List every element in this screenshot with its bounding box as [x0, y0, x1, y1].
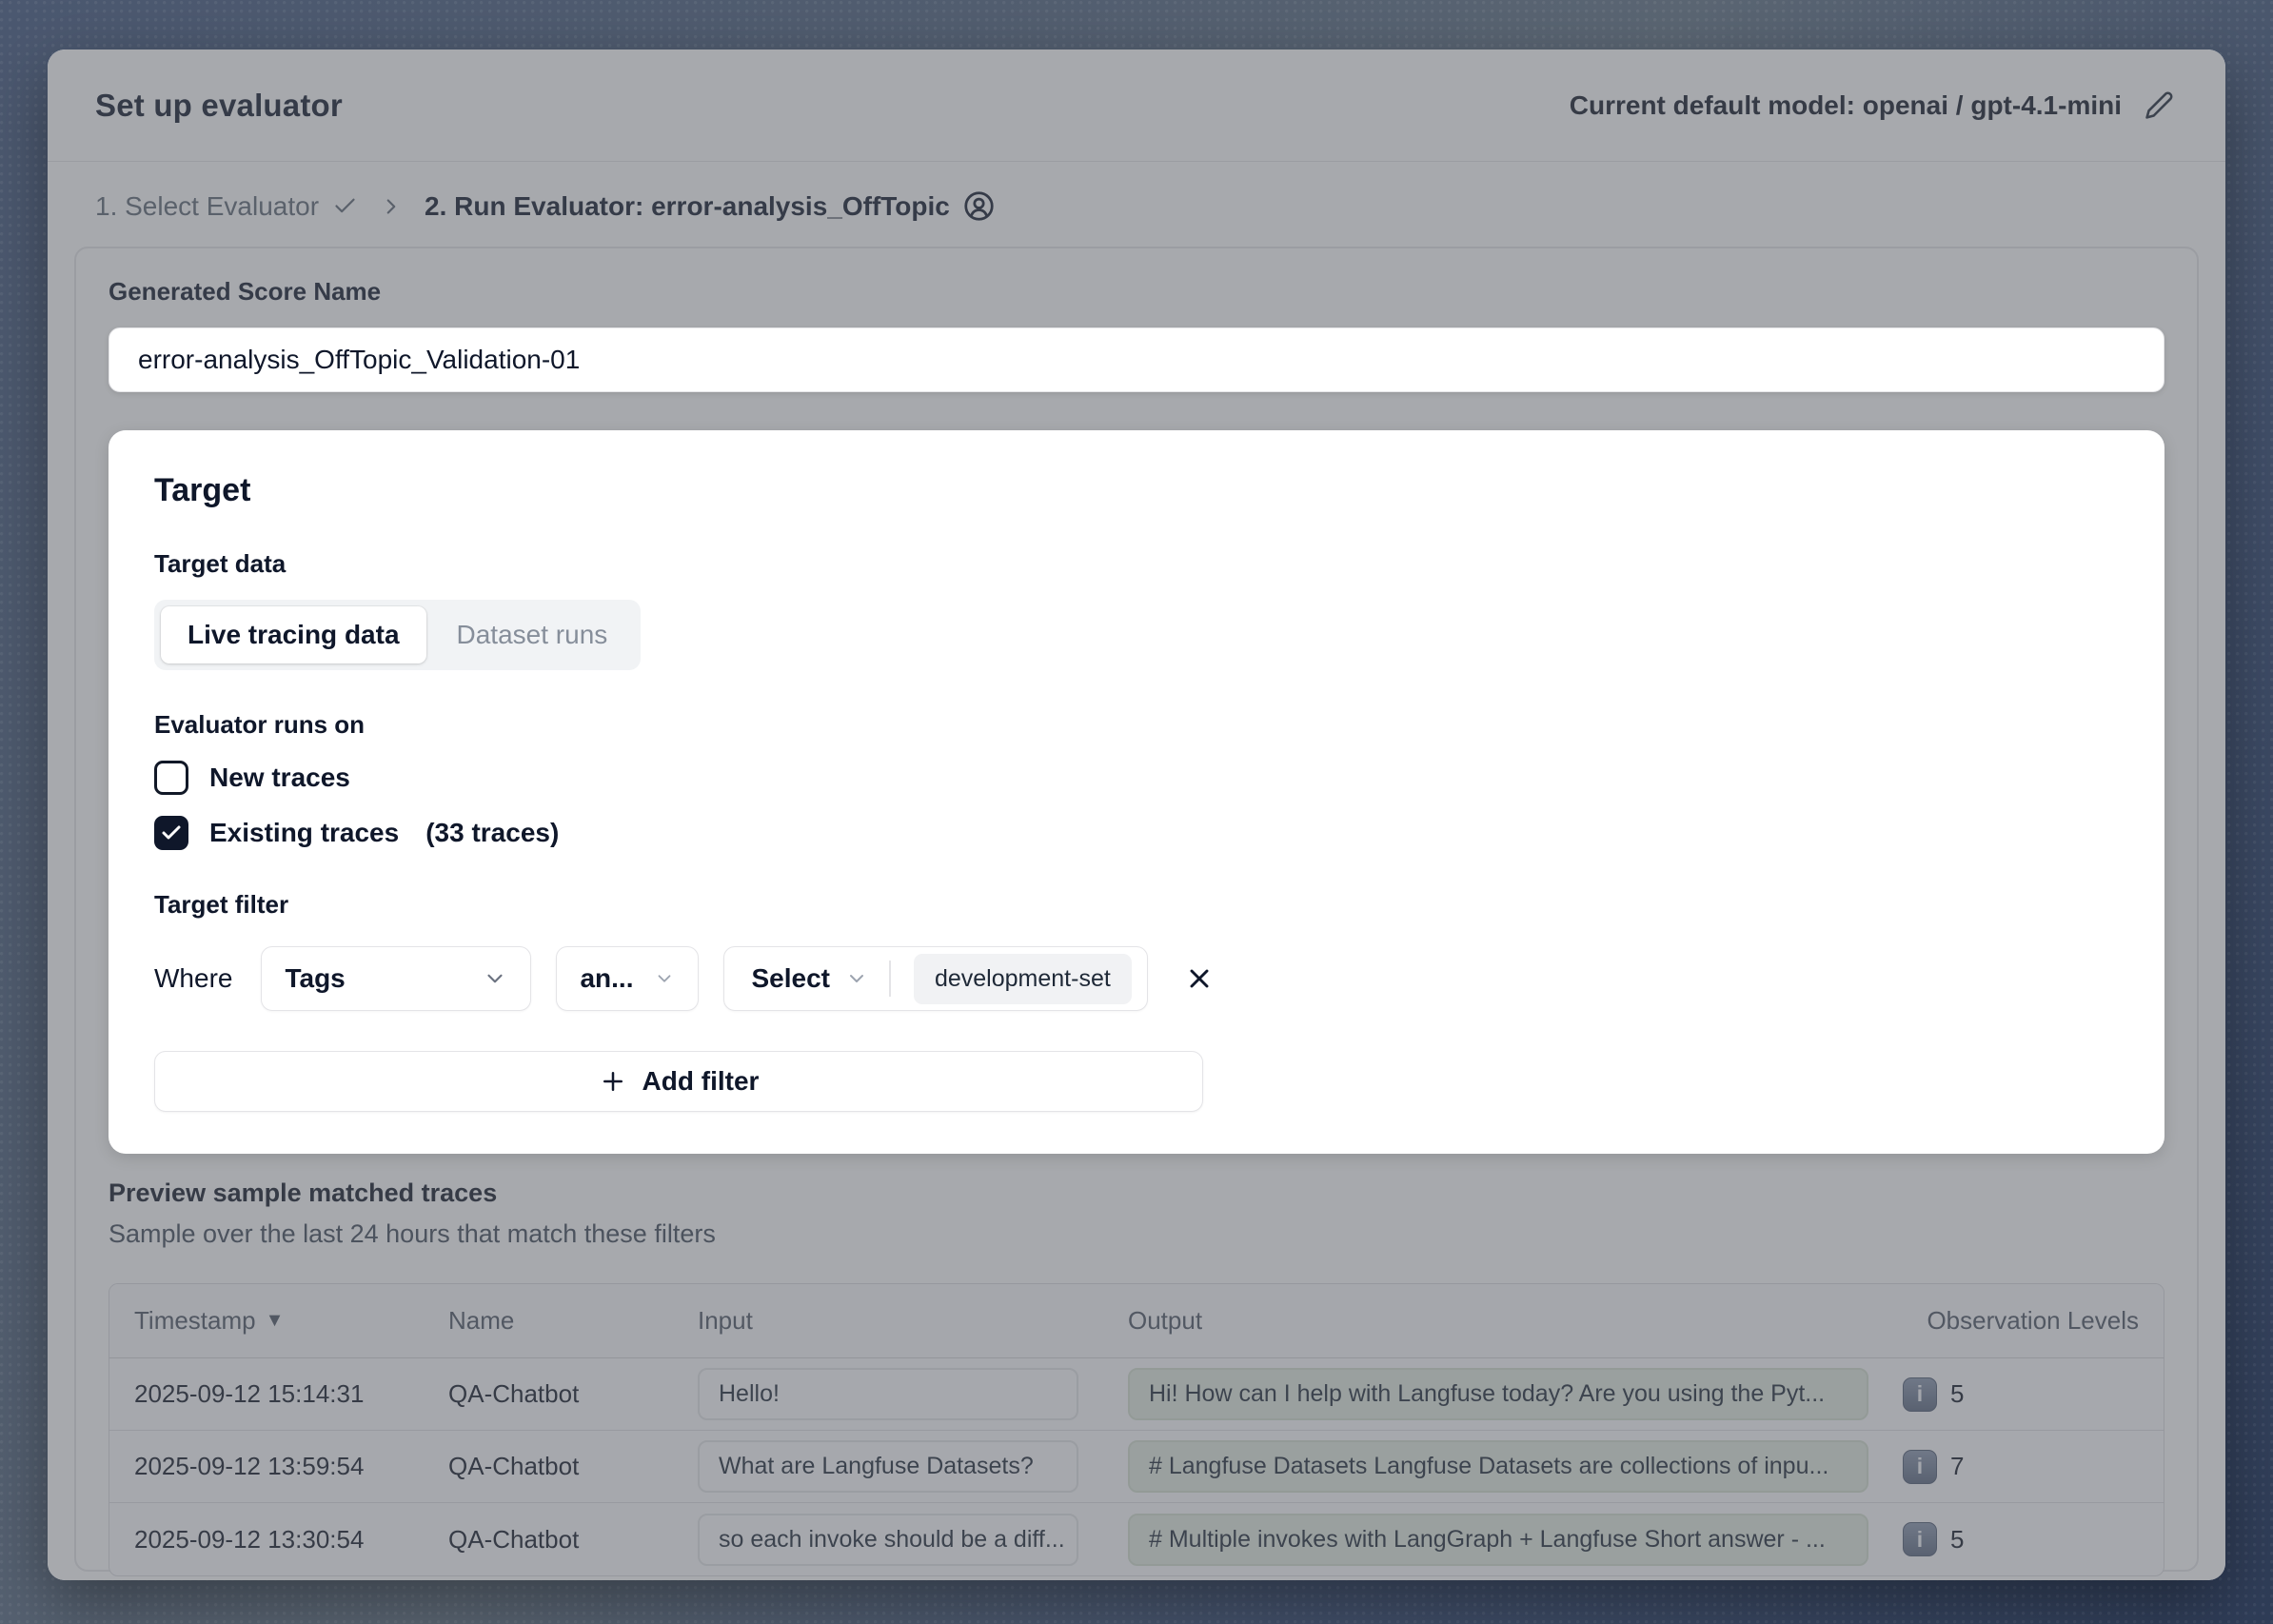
breadcrumb-step-run-evaluator: 2. Run Evaluator: error-analysis_OffTopi…: [425, 190, 995, 222]
pencil-icon: [2145, 90, 2174, 120]
info-icon: [1903, 1522, 1937, 1556]
default-model-label: Current default model: openai / gpt-4.1-…: [1570, 90, 2122, 121]
sort-desc-icon: ▼: [266, 1310, 285, 1332]
target-heading: Target: [154, 472, 2119, 509]
cell-name: QA-Chatbot: [424, 1379, 673, 1409]
table-row: 2025-09-12 13:59:54 QA-Chatbot What are …: [109, 1431, 2164, 1503]
cell-name: QA-Chatbot: [424, 1452, 673, 1481]
cell-input-pill: so each invoke should be a diff...: [698, 1514, 1078, 1566]
x-icon: [1184, 963, 1215, 994]
divider: [889, 961, 891, 997]
new-traces-row: New traces: [154, 761, 2119, 795]
filter-operator-select[interactable]: an...: [556, 946, 699, 1011]
evaluator-form: Generated Score Name Target Target data …: [74, 247, 2199, 1572]
default-model: Current default model: openai / gpt-4.1-…: [1570, 87, 2178, 124]
add-filter-button[interactable]: Add filter: [154, 1051, 1203, 1112]
cell-observation-levels: 5: [1878, 1522, 2164, 1556]
edit-model-button[interactable]: [2141, 87, 2178, 124]
new-traces-label: New traces: [209, 762, 350, 793]
info-icon: [1903, 1377, 1937, 1412]
filter-where-label: Where: [154, 963, 232, 994]
column-header-name: Name: [424, 1306, 673, 1336]
column-header-input: Input: [673, 1306, 1103, 1336]
runs-on-label: Evaluator runs on: [154, 710, 2119, 740]
plus-icon: [599, 1067, 627, 1096]
add-filter-label: Add filter: [642, 1066, 760, 1097]
setup-evaluator-dialog: Set up evaluator Current default model: …: [48, 50, 2225, 1580]
target-filter-label: Target filter: [154, 890, 2119, 920]
target-data-label: Target data: [154, 549, 2119, 579]
filter-value-chip: development-set: [914, 954, 1132, 1004]
user-circle-icon: [963, 190, 995, 222]
filter-column-select[interactable]: Tags: [261, 946, 531, 1011]
breadcrumb-step1-label: 1. Select Evaluator: [95, 191, 319, 222]
cell-timestamp: 2025-09-12 13:59:54: [109, 1452, 424, 1481]
breadcrumb-step-select-evaluator[interactable]: 1. Select Evaluator: [95, 191, 358, 222]
filter-row: Where Tags an... Select development-set: [154, 946, 2119, 1011]
breadcrumb-step2-label: 2. Run Evaluator: error-analysis_OffTopi…: [425, 191, 950, 222]
chevron-down-icon: [845, 967, 868, 990]
observation-level-count: 7: [1950, 1452, 1964, 1481]
target-card: Target Target data Live tracing data Dat…: [109, 430, 2164, 1154]
chevron-down-icon: [654, 968, 675, 989]
cell-observation-levels: 7: [1878, 1450, 2164, 1484]
score-name-label: Generated Score Name: [109, 277, 2164, 307]
filter-operator-value: an...: [580, 963, 633, 994]
cell-output-pill: # Multiple invokes with LangGraph + Lang…: [1128, 1514, 1868, 1566]
table-row: 2025-09-12 13:30:54 QA-Chatbot so each i…: [109, 1503, 2164, 1575]
info-icon: [1903, 1450, 1937, 1484]
column-header-timestamp[interactable]: Timestamp ▼: [109, 1306, 424, 1336]
column-header-output: Output: [1103, 1306, 1878, 1336]
dialog-title: Set up evaluator: [95, 88, 343, 124]
preview-heading: Preview sample matched traces: [109, 1178, 2164, 1208]
filter-value-select[interactable]: Select development-set: [723, 946, 1147, 1011]
cell-timestamp: 2025-09-12 15:14:31: [109, 1379, 424, 1409]
table-row: 2025-09-12 15:14:31 QA-Chatbot Hello! Hi…: [109, 1358, 2164, 1431]
filter-column-value: Tags: [285, 963, 345, 994]
cell-input-pill: Hello!: [698, 1368, 1078, 1420]
filter-value-placeholder: Select: [751, 963, 830, 994]
remove-filter-button[interactable]: [1184, 963, 1215, 994]
check-icon: [160, 822, 183, 844]
chevron-right-icon: [379, 194, 404, 219]
cell-output-pill: # Langfuse Datasets Langfuse Datasets ar…: [1128, 1440, 1868, 1493]
cell-timestamp: 2025-09-12 13:30:54: [109, 1525, 424, 1555]
target-data-tabs: Live tracing data Dataset runs: [154, 600, 641, 670]
tab-live-tracing-data[interactable]: Live tracing data: [161, 606, 426, 663]
check-icon: [332, 193, 358, 219]
column-header-observation-levels: Observation Levels: [1878, 1306, 2164, 1336]
chevron-down-icon: [483, 966, 507, 991]
observation-level-count: 5: [1950, 1379, 1964, 1409]
new-traces-checkbox[interactable]: [154, 761, 188, 795]
existing-traces-checkbox[interactable]: [154, 816, 188, 850]
dialog-header: Set up evaluator Current default model: …: [48, 50, 2225, 162]
cell-name: QA-Chatbot: [424, 1525, 673, 1555]
cell-observation-levels: 5: [1878, 1377, 2164, 1412]
existing-traces-label: Existing traces: [209, 818, 399, 848]
existing-traces-count: (33 traces): [425, 818, 559, 848]
preview-table: Timestamp ▼ Name Input Output Observatio…: [109, 1283, 2164, 1576]
score-name-input[interactable]: [109, 327, 2164, 392]
table-header-row: Timestamp ▼ Name Input Output Observatio…: [109, 1284, 2164, 1358]
tab-dataset-runs[interactable]: Dataset runs: [430, 606, 635, 663]
observation-level-count: 5: [1950, 1525, 1964, 1555]
cell-input-pill: What are Langfuse Datasets?: [698, 1440, 1078, 1493]
cell-output-pill: Hi! How can I help with Langfuse today? …: [1128, 1368, 1868, 1420]
breadcrumb: 1. Select Evaluator 2. Run Evaluator: er…: [48, 162, 2225, 247]
preview-subheading: Sample over the last 24 hours that match…: [109, 1219, 2164, 1249]
existing-traces-row: Existing traces (33 traces): [154, 816, 2119, 850]
